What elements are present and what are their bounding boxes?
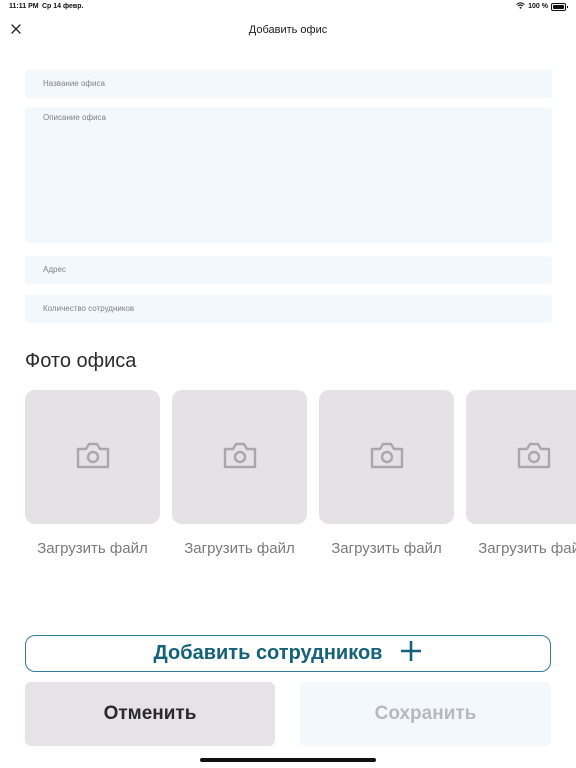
- address-placeholder: Адрес: [43, 265, 66, 274]
- camera-icon: [75, 440, 111, 475]
- photo-upload-card: Загрузить файл: [172, 390, 307, 557]
- photo-upload-label: Загрузить файл: [37, 540, 148, 557]
- photo-upload-card: Загрузить файл: [319, 390, 454, 557]
- office-name-placeholder: Название офиса: [43, 79, 105, 88]
- header: Добавить офис: [0, 14, 576, 48]
- office-description-placeholder: Описание офиса: [43, 113, 106, 122]
- office-description-field[interactable]: Описание офиса: [25, 107, 552, 243]
- battery-icon: [551, 2, 568, 11]
- plus-icon: [400, 640, 422, 667]
- wifi-icon: [516, 2, 525, 11]
- cancel-button[interactable]: Отменить: [25, 682, 275, 746]
- photo-upload-button[interactable]: [25, 390, 160, 524]
- save-button[interactable]: Сохранить: [300, 682, 551, 746]
- photo-upload-label: Загрузить файл: [478, 540, 576, 557]
- photo-upload-card: Загрузить файл: [466, 390, 576, 557]
- office-name-field[interactable]: Название офиса: [25, 70, 552, 98]
- camera-icon: [222, 440, 258, 475]
- employee-count-field[interactable]: Количество сотрудников: [25, 295, 552, 323]
- photo-upload-card: Загрузить файл: [25, 390, 160, 557]
- photo-upload-button[interactable]: [466, 390, 576, 524]
- page-title: Добавить офис: [248, 24, 328, 36]
- status-indicators: 100 %: [516, 2, 568, 11]
- home-indicator: [200, 758, 376, 762]
- address-field[interactable]: Адрес: [25, 256, 552, 284]
- status-time: 11:11 PM: [9, 3, 39, 10]
- status-date: Ср 14 февр.: [42, 3, 84, 10]
- employee-count-placeholder: Количество сотрудников: [43, 304, 135, 313]
- battery-percentage: 100 %: [528, 3, 548, 10]
- photo-upload-button[interactable]: [319, 390, 454, 524]
- photo-upload-label: Загрузить файл: [184, 540, 295, 557]
- photo-upload-label: Загрузить файл: [331, 540, 442, 557]
- camera-icon: [516, 440, 552, 475]
- add-employees-button[interactable]: Добавить сотрудников: [25, 635, 551, 672]
- status-bar: 11:11 PM Ср 14 февр. 100 %: [0, 0, 576, 14]
- camera-icon: [369, 440, 405, 475]
- photos-section-title: Фото офиса: [25, 350, 137, 372]
- add-employees-label: Добавить сотрудников: [153, 642, 383, 664]
- photo-upload-button[interactable]: [172, 390, 307, 524]
